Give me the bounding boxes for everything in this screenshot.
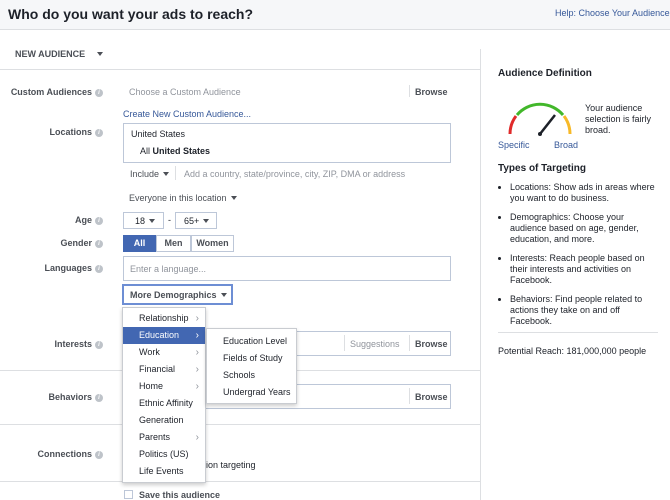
gender-label: Gender i xyxy=(0,238,103,248)
input-separator xyxy=(409,388,410,404)
menu-item-education[interactable]: Education › xyxy=(123,327,205,344)
info-icon: i xyxy=(95,394,103,402)
interests-browse-button[interactable]: Browse xyxy=(415,339,448,349)
info-icon: i xyxy=(95,341,103,349)
save-audience-label: Save this audience xyxy=(139,490,221,500)
behaviors-label: Behaviors i xyxy=(0,392,103,402)
new-audience-dropdown[interactable]: NEW AUDIENCE xyxy=(15,49,103,59)
chevron-down-icon xyxy=(220,293,227,297)
input-separator xyxy=(409,335,410,351)
gender-women-button[interactable]: Women xyxy=(191,235,234,252)
menu-item-home[interactable]: Home › xyxy=(123,378,205,395)
create-custom-audience-link[interactable]: Create New Custom Audience... xyxy=(123,109,251,119)
input-separator xyxy=(344,335,345,351)
info-icon: i xyxy=(95,451,103,459)
chevron-down-icon xyxy=(149,219,156,223)
chevron-right-icon: › xyxy=(195,364,199,375)
location-search-input[interactable]: Add a country, state/province, city, ZIP… xyxy=(184,169,405,179)
input-separator xyxy=(409,85,410,97)
menu-item-politics[interactable]: Politics (US) xyxy=(123,446,205,463)
include-dropdown[interactable]: Include xyxy=(130,169,170,179)
interests-label: Interests i xyxy=(0,339,103,349)
targeting-types-list: Locations: Show ads in areas where you w… xyxy=(500,182,660,335)
education-submenu: Education Level Fields of Study Schools … xyxy=(206,328,297,404)
targeting-type-item: Behaviors: Find people related to action… xyxy=(510,294,660,327)
age-separator: - xyxy=(168,215,171,225)
chevron-right-icon: › xyxy=(195,347,199,358)
custom-audience-browse-button[interactable]: Browse xyxy=(415,87,448,97)
submenu-item-schools[interactable]: Schools xyxy=(207,367,296,384)
chevron-down-icon xyxy=(203,219,210,223)
location-type-dropdown[interactable]: Everyone in this location xyxy=(129,193,237,203)
menu-item-life-events[interactable]: Life Events xyxy=(123,463,205,480)
behaviors-browse-button[interactable]: Browse xyxy=(415,392,448,402)
menu-item-work[interactable]: Work › xyxy=(123,344,205,361)
chevron-right-icon: › xyxy=(195,330,199,341)
more-demographics-button[interactable]: More Demographics xyxy=(122,284,233,305)
menu-item-ethnic-affinity[interactable]: Ethnic Affinity xyxy=(123,395,205,412)
audience-definition-title: Audience Definition xyxy=(498,68,592,79)
chevron-down-icon xyxy=(96,52,103,56)
audience-gauge xyxy=(508,102,572,136)
chevron-down-icon xyxy=(163,172,170,176)
connections-option-text: ction targeting xyxy=(199,460,256,470)
info-icon: i xyxy=(95,217,103,225)
chevron-right-icon: › xyxy=(195,313,199,324)
connections-label: Connections i xyxy=(0,449,103,459)
info-icon: i xyxy=(95,89,103,97)
page-title: Who do you want your ads to reach? xyxy=(8,6,254,22)
age-max-select[interactable]: 65+ xyxy=(175,212,217,229)
new-audience-label: NEW AUDIENCE xyxy=(15,49,86,59)
gauge-specific-label: Specific xyxy=(498,140,530,150)
gender-men-button[interactable]: Men xyxy=(156,235,191,252)
interests-suggestions-button[interactable]: Suggestions xyxy=(350,339,400,349)
chevron-down-icon xyxy=(230,196,237,200)
types-of-targeting-title: Types of Targeting xyxy=(498,163,586,174)
custom-audience-input[interactable]: Choose a Custom Audience xyxy=(129,87,241,97)
menu-item-parents[interactable]: Parents › xyxy=(123,429,205,446)
chevron-right-icon: › xyxy=(195,432,199,443)
gauge-pivot xyxy=(538,132,542,136)
section-divider xyxy=(0,424,480,425)
age-label: Age i xyxy=(0,215,103,225)
menu-item-financial[interactable]: Financial › xyxy=(123,361,205,378)
submenu-item-fields-of-study[interactable]: Fields of Study xyxy=(207,350,296,367)
targeting-type-item: Interests: Reach people based on their i… xyxy=(510,253,660,286)
custom-audiences-label: Custom Audiences i xyxy=(0,87,103,97)
gauge-needle xyxy=(539,114,556,135)
locations-label: Locations i xyxy=(0,127,103,137)
potential-reach: Potential Reach: 181,000,000 people xyxy=(498,346,647,356)
languages-label: Languages i xyxy=(0,263,103,273)
gauge-description: Your audience selection is fairly broad. xyxy=(585,103,652,135)
info-icon: i xyxy=(95,240,103,248)
gauge-yellow-arc xyxy=(562,115,572,135)
menu-item-relationship[interactable]: Relationship › xyxy=(123,310,205,327)
menu-item-generation[interactable]: Generation xyxy=(123,412,205,429)
gauge-red-arc xyxy=(508,115,518,135)
targeting-type-item: Demographics: Choose your audience based… xyxy=(510,212,660,245)
age-min-select[interactable]: 18 xyxy=(123,212,164,229)
submenu-item-undergrad-years[interactable]: Undergrad Years xyxy=(207,384,296,401)
gauge-broad-label: Broad xyxy=(554,140,579,150)
save-audience-checkbox[interactable] xyxy=(124,490,133,499)
location-item: All United States xyxy=(140,146,211,156)
section-divider xyxy=(0,481,480,482)
input-separator xyxy=(175,166,176,180)
help-link[interactable]: Help: Choose Your Audience xyxy=(555,8,670,18)
section-divider xyxy=(0,69,480,70)
gender-all-button[interactable]: All xyxy=(123,235,156,252)
location-country: United States xyxy=(131,129,186,139)
submenu-item-education-level[interactable]: Education Level xyxy=(207,333,296,350)
demographics-menu: Relationship › Education › Work › Financial… xyxy=(122,307,206,483)
targeting-type-item: Locations: Show ads in areas where you w… xyxy=(510,182,660,204)
info-icon: i xyxy=(95,265,103,273)
gauge-green-arc xyxy=(515,102,565,117)
panel-divider xyxy=(498,332,658,333)
language-input[interactable]: Enter a language... xyxy=(130,264,206,274)
chevron-right-icon: › xyxy=(195,381,199,392)
info-icon: i xyxy=(95,129,103,137)
